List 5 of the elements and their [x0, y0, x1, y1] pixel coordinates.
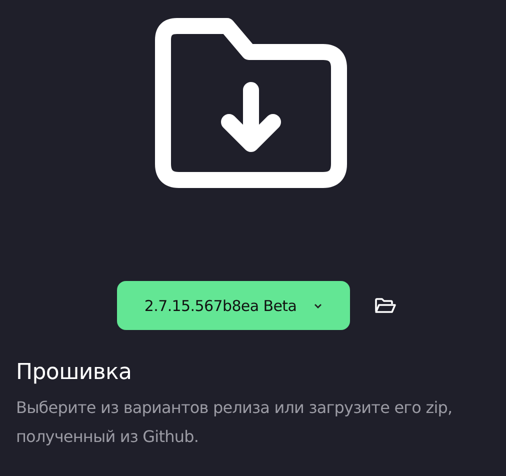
version-dropdown[interactable]: 2.7.15.567b8ea Beta: [117, 281, 350, 330]
section-title: Прошивка: [16, 360, 133, 385]
folder-open-icon[interactable]: [374, 296, 396, 314]
description-text: Выберите из вариантов релиза или загрузите его zip, полученный из Github.: [16, 397, 454, 448]
folder-download-icon: [154, 18, 346, 188]
